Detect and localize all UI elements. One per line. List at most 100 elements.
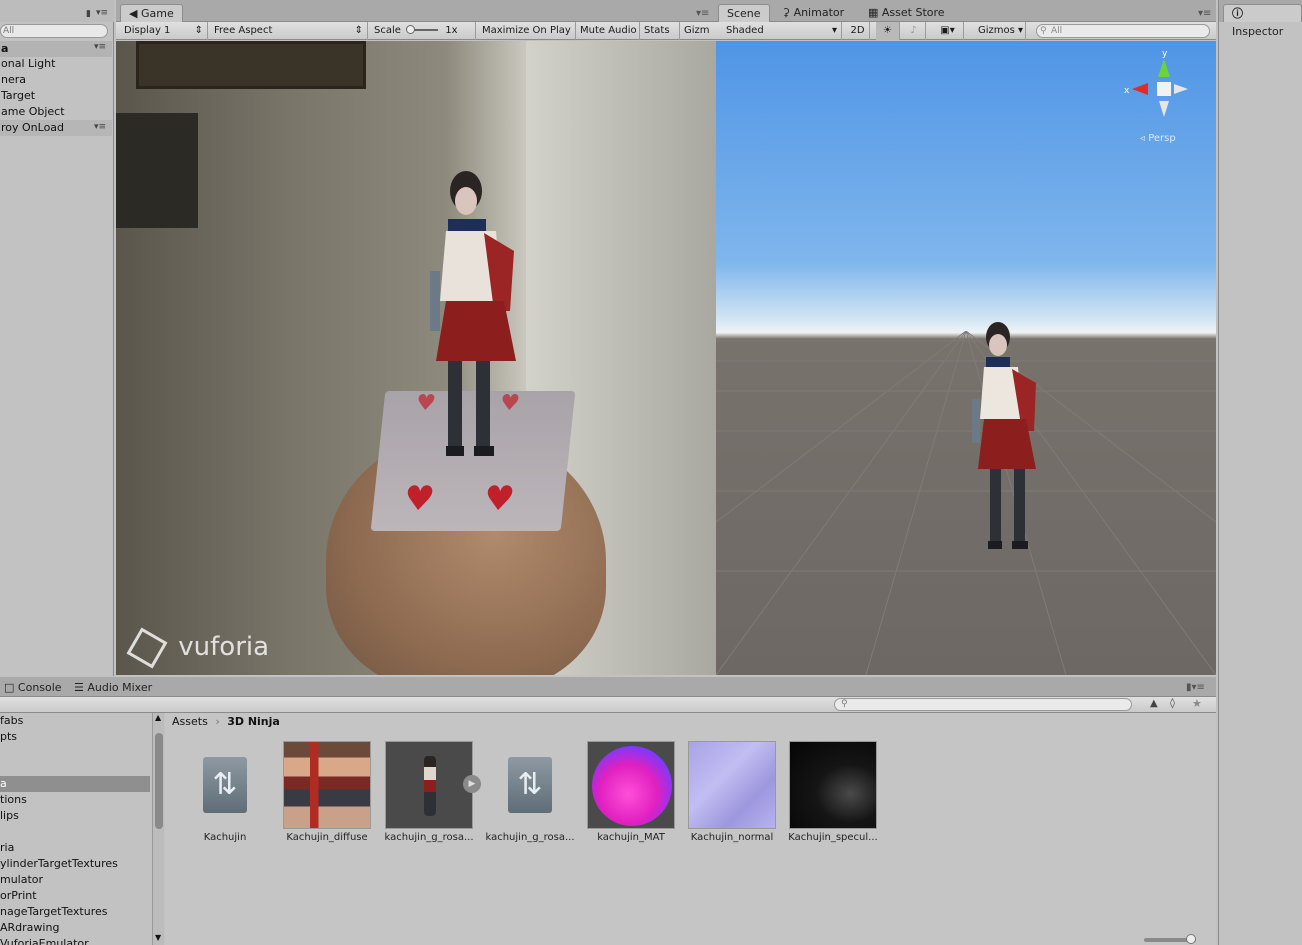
axis-x-label: x — [1124, 86, 1130, 96]
panel-menu-icon[interactable]: ▾≡ — [696, 8, 709, 19]
ninja-character — [972, 322, 1036, 549]
scroll-down-icon[interactable]: ▼ — [155, 933, 161, 942]
filter-label-icon[interactable]: ◊ — [1170, 698, 1175, 709]
gizmos-label: Gizmos — [978, 25, 1015, 36]
asset-label: kachujin_MAT — [597, 832, 665, 843]
folder-tree-scrollbar[interactable]: ▲ ▼ — [152, 713, 164, 945]
folder-item[interactable]: ylinderTargetTextures — [0, 856, 150, 872]
heart-icon: ♥ — [481, 479, 517, 519]
folder-item[interactable]: tions — [0, 792, 150, 808]
panel-menu-icon[interactable]: ▾≡ — [1198, 8, 1211, 19]
persp-label[interactable]: ◃ Persp — [1140, 133, 1176, 144]
tab-animator[interactable]: ⚳ Animator — [774, 4, 852, 22]
gizmos-dropdown[interactable]: Gizmos ▾ — [974, 22, 1026, 40]
dropdown-arrow-icon: ▾ — [949, 25, 955, 36]
scene-orientation-gizmo[interactable]: y x — [1120, 47, 1210, 127]
favorite-star-icon[interactable]: ★ — [1192, 697, 1202, 710]
slider-handle[interactable] — [406, 25, 416, 34]
asset-label: kachujin_g_rosa... — [384, 832, 474, 843]
material-sphere-icon — [592, 746, 672, 826]
folder-item[interactable] — [0, 745, 150, 761]
folder-item-selected[interactable]: a — [0, 776, 150, 792]
tab-asset-store-label: Asset Store — [881, 6, 945, 19]
asset-label: Kachujin_normal — [690, 832, 774, 843]
folder-item[interactable]: pts — [0, 729, 150, 745]
effects-toggle[interactable]: ▣▾ — [932, 22, 964, 40]
aspect-label: Free Aspect — [214, 25, 273, 36]
folder-item[interactable]: VuforiaEmulator — [0, 936, 150, 945]
prefab-thumbnail: ⇅ — [486, 741, 574, 829]
folder-item[interactable] — [0, 761, 150, 777]
dropdown-arrow-icon: ▾ — [831, 25, 837, 36]
scene-toolbar: Shaded ▾ 2D ☀ ♪ ▣▾ Gizmos ▾ ⚲ All — [716, 22, 1216, 40]
stats-toggle[interactable]: Stats — [640, 22, 680, 40]
hierarchy-panel: ▮ ▾≡ All a ▾≡ onal Light nera Target ame… — [0, 0, 114, 676]
aspect-select[interactable]: Free Aspect ⇕ — [210, 22, 368, 40]
gizmos-toggle[interactable]: Gizm — [680, 22, 716, 40]
lock-icon[interactable]: ▮▾≡ — [1186, 682, 1205, 693]
tab-scene[interactable]: Scene — [718, 4, 770, 22]
search-icon: ⚲ — [1040, 26, 1047, 36]
folder-item[interactable]: nageTargetTextures — [0, 904, 150, 920]
folder-item[interactable]: orPrint — [0, 888, 150, 904]
lock-icon[interactable]: ▮ — [86, 9, 91, 19]
folder-item[interactable]: ARdrawing — [0, 920, 150, 936]
folder-item[interactable]: mulator — [0, 872, 150, 888]
maximize-on-play-toggle[interactable]: Maximize On Play — [478, 22, 576, 40]
speaker-icon: ♪ — [910, 25, 917, 36]
scroll-up-icon[interactable]: ▲ — [155, 713, 161, 722]
folder-item[interactable]: lips — [0, 808, 150, 824]
hierarchy-item[interactable]: Target — [0, 88, 112, 104]
breadcrumb-current[interactable]: 3D Ninja — [227, 715, 280, 728]
diffuse-texture-thumbnail — [283, 741, 371, 829]
scale-control[interactable]: Scale 1x — [370, 22, 476, 40]
panel-menu-icon[interactable]: ▾≡ — [96, 8, 108, 18]
tab-audio-mixer-label: Audio Mixer — [87, 681, 153, 694]
tab-audio-mixer[interactable]: ☰ Audio Mixer — [66, 679, 160, 697]
scale-slider[interactable] — [406, 25, 439, 34]
scene-viewport[interactable]: y x ◃ Persp — [716, 41, 1216, 675]
game-viewport[interactable]: ♥ ♥ ♥ ♥ vuforia — [116, 41, 716, 675]
slider-handle[interactable] — [1186, 934, 1196, 944]
hierarchy-item[interactable]: nera — [0, 72, 112, 88]
tab-asset-store[interactable]: ▦ Asset Store — [860, 4, 953, 22]
folder-item[interactable] — [0, 824, 150, 840]
ddol-menu-icon[interactable]: ▾≡ — [94, 122, 106, 132]
hierarchy-search-input[interactable]: All — [0, 24, 108, 38]
game-toolbar: Display 1 ⇕ Free Aspect ⇕ Scale 1x Maxim… — [116, 22, 716, 40]
audio-toggle[interactable]: ♪ — [902, 22, 926, 40]
folder-item[interactable]: fabs — [0, 713, 150, 729]
expand-arrow-icon[interactable]: ▶ — [463, 775, 481, 793]
hierarchy-item[interactable]: ame Object — [0, 104, 112, 120]
scene-menu-icon[interactable]: ▾≡ — [94, 42, 106, 52]
scroll-thumb[interactable] — [155, 733, 163, 829]
specular-map-thumbnail — [789, 741, 877, 829]
scene-search-input[interactable]: ⚲ All — [1036, 24, 1210, 38]
asset-label: Kachujin — [203, 832, 247, 843]
tab-game-label: Game — [140, 7, 174, 20]
console-icon: □ — [4, 681, 15, 694]
tab-console[interactable]: □ Console — [0, 679, 70, 697]
tab-inspector-label: Inspector — [1232, 25, 1284, 38]
vuforia-watermark: vuforia — [126, 627, 269, 668]
sun-icon: ☀ — [883, 25, 892, 36]
mute-audio-toggle[interactable]: Mute Audio — [576, 22, 640, 40]
lighting-toggle[interactable]: ☀ — [876, 22, 900, 40]
animator-icon: ⚳ — [782, 6, 791, 19]
breadcrumb-assets[interactable]: Assets — [172, 715, 208, 728]
tab-game[interactable]: ◀ Game — [120, 4, 183, 22]
axis-y-label: y — [1162, 49, 1168, 59]
filter-type-icon[interactable]: ▲ — [1150, 698, 1158, 709]
thumbnail-size-slider[interactable] — [1144, 934, 1196, 944]
material-thumbnail — [587, 741, 675, 829]
tab-inspector[interactable]: ⓘ Inspector — [1223, 4, 1302, 38]
display-select[interactable]: Display 1 ⇕ — [120, 22, 208, 40]
tab-animator-label: Animator — [793, 6, 845, 19]
folder-item[interactable]: ria — [0, 840, 150, 856]
project-search-input[interactable]: ⚲ — [834, 698, 1132, 711]
shading-mode-select[interactable]: Shaded ▾ — [722, 22, 842, 40]
scale-value: 1x — [445, 25, 458, 36]
mixer-icon: ☰ — [74, 681, 84, 694]
hierarchy-item[interactable]: onal Light — [0, 56, 112, 72]
2d-toggle[interactable]: 2D — [846, 22, 870, 40]
